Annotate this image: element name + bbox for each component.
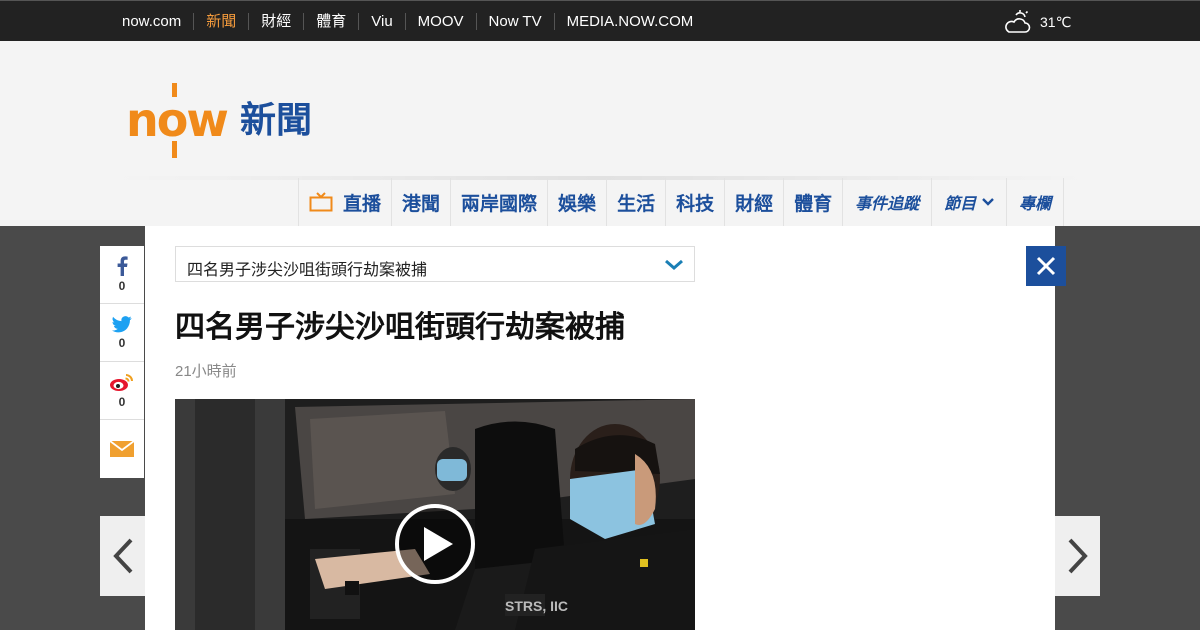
logo-tick-bottom: [172, 141, 177, 158]
weibo-count: 0: [118, 395, 126, 409]
facebook-count: 0: [118, 279, 126, 293]
twitter-share-button[interactable]: 0: [100, 304, 144, 362]
nav-tracking[interactable]: 事件追蹤: [843, 178, 933, 226]
nav-finance[interactable]: 財經: [725, 178, 785, 226]
article-dropdown-value: 四名男子涉尖沙咀街頭行劫案被捕: [187, 262, 428, 279]
chevron-down-icon: [665, 259, 683, 270]
nav-programs[interactable]: 節目: [932, 178, 1008, 226]
share-sidebar: 0 0 0: [100, 246, 144, 478]
weather-temp: 31℃: [1040, 13, 1072, 30]
main-nav: 直播 港聞 兩岸國際 娛樂 生活 科技 財經 體育 事件追蹤 節目 專欄: [298, 178, 1065, 226]
weibo-icon: [110, 374, 133, 391]
logo-brand: now: [126, 93, 229, 147]
nav-live[interactable]: 直播: [299, 178, 393, 226]
weather-widget[interactable]: 31℃: [1002, 9, 1071, 35]
nav-sports[interactable]: 體育: [784, 178, 844, 226]
video-thumbnail: STRS, IIC: [175, 399, 695, 630]
now-news-logo[interactable]: now 新聞: [126, 83, 326, 161]
topnav-now-com[interactable]: now.com: [110, 13, 193, 30]
close-button[interactable]: [1026, 246, 1066, 286]
nav-international[interactable]: 兩岸國際: [451, 178, 549, 226]
tv-icon: [309, 192, 333, 212]
article-time: 21小時前: [175, 363, 237, 380]
article-dropdown[interactable]: 四名男子涉尖沙咀街頭行劫案被捕: [175, 246, 695, 282]
email-icon: [110, 441, 134, 457]
nav-local[interactable]: 港聞: [392, 178, 452, 226]
article-panel: 四名男子涉尖沙咀街頭行劫案被捕 四名男子涉尖沙咀街頭行劫案被捕 21小時前 ST…: [145, 226, 1055, 630]
top-bar: now.com 新聞 財經 體育 Viu MOOV Now TV MEDIA.N…: [0, 0, 1200, 41]
svg-text:STRS, IIC: STRS, IIC: [505, 598, 568, 614]
chevron-right-icon: [1068, 538, 1088, 574]
topnav-news[interactable]: 新聞: [193, 13, 248, 30]
nav-programs-label: 節目: [944, 196, 977, 213]
article-video[interactable]: STRS, IIC: [175, 399, 695, 630]
nav-lifestyle[interactable]: 生活: [607, 178, 667, 226]
next-article-button[interactable]: [1055, 516, 1100, 596]
logo-section: 新聞: [240, 99, 313, 140]
topnav-nowtv[interactable]: Now TV: [475, 13, 554, 30]
close-icon: [1036, 256, 1056, 276]
top-nav: now.com 新聞 財經 體育 Viu MOOV Now TV MEDIA.N…: [110, 1, 705, 42]
nav-columns[interactable]: 專欄: [1007, 178, 1065, 226]
twitter-icon: [112, 315, 132, 332]
topnav-sports[interactable]: 體育: [303, 13, 358, 30]
facebook-share-button[interactable]: 0: [100, 246, 144, 304]
nav-tech[interactable]: 科技: [666, 178, 726, 226]
topnav-finance[interactable]: 財經: [248, 13, 303, 30]
cloudy-icon: [1005, 10, 1031, 33]
nav-live-label: 直播: [343, 193, 382, 215]
topnav-media[interactable]: MEDIA.NOW.COM: [553, 13, 706, 30]
topnav-viu[interactable]: Viu: [358, 13, 404, 30]
email-share-button[interactable]: [100, 420, 144, 478]
previous-article-button[interactable]: [100, 516, 145, 596]
weibo-share-button[interactable]: 0: [100, 362, 144, 420]
twitter-count: 0: [118, 335, 126, 350]
topnav-moov[interactable]: MOOV: [404, 13, 476, 30]
nav-entertainment[interactable]: 娛樂: [548, 178, 608, 226]
article-title: 四名男子涉尖沙咀街頭行劫案被捕: [175, 311, 625, 344]
site-header: now 新聞 直播 港聞 兩岸國際 娛樂 生活 科技 財經 體育 事件追蹤 節目…: [0, 41, 1200, 226]
facebook-icon: [117, 256, 128, 276]
chevron-down-icon: [982, 198, 995, 206]
chevron-left-icon: [112, 538, 132, 574]
